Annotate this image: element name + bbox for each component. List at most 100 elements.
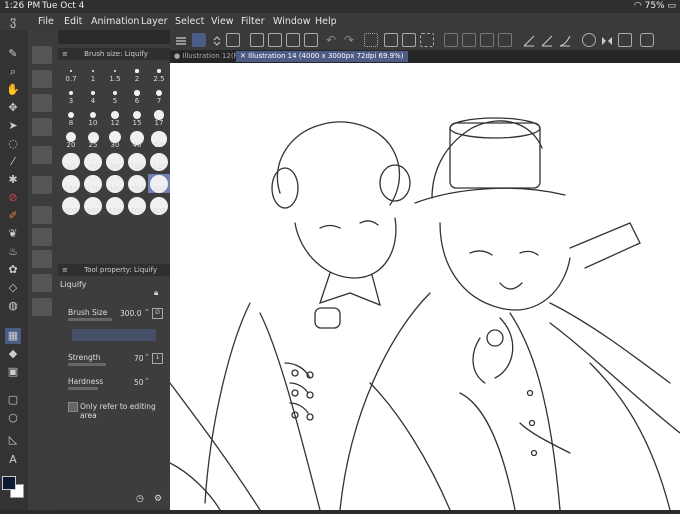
menu-layer[interactable]: Layer <box>141 16 168 27</box>
subtool-5[interactable] <box>32 146 52 164</box>
brush-size-cell[interactable]: 60 <box>60 152 82 171</box>
brush-tool-icon[interactable]: ✎ <box>5 46 21 62</box>
hardness-value[interactable]: 50 <box>134 378 144 387</box>
figure-icon[interactable]: ▢ <box>5 392 21 408</box>
subtool-6[interactable] <box>32 176 52 194</box>
menu-file[interactable]: File <box>38 16 54 27</box>
panel-menu-icon[interactable]: ≡ <box>62 50 68 58</box>
airbrush-icon[interactable]: ♨ <box>5 244 21 260</box>
text-icon[interactable]: A <box>5 452 21 468</box>
menu-view[interactable]: View <box>211 16 234 27</box>
brush-size-cell[interactable]: 800 <box>148 196 170 215</box>
brush-size-cell[interactable]: 50 <box>148 130 170 149</box>
stepper-icon[interactable]: ⌃ <box>144 308 150 316</box>
crop-icon[interactable] <box>480 33 494 47</box>
subtool-7[interactable] <box>32 206 52 224</box>
zoom-icon[interactable]: ⌕ <box>5 64 21 80</box>
eyedropper-icon[interactable]: ⁄ <box>5 154 21 170</box>
hardness-slider[interactable] <box>68 387 98 390</box>
fill-tool-icon[interactable]: ◆ <box>5 346 21 362</box>
frame-icon[interactable]: ◺ <box>5 432 21 448</box>
download-icon[interactable]: ↓ <box>152 353 163 364</box>
stepper-icon[interactable]: ⌃ <box>144 377 150 385</box>
subtool-11[interactable] <box>32 298 52 316</box>
brush-size-cell[interactable]: 5 <box>104 86 126 105</box>
brush-size-cell[interactable]: 80 <box>104 152 126 171</box>
object-select-icon[interactable]: ➤ <box>5 118 21 134</box>
brush-size-cell[interactable]: 100 <box>126 152 148 171</box>
brush-size-cell[interactable]: 25 <box>82 130 104 149</box>
gradient-icon[interactable]: ▣ <box>5 364 21 380</box>
rotate-icon[interactable] <box>618 33 632 47</box>
chevron-updown-icon[interactable] <box>210 33 224 47</box>
brush-size-cell[interactable]: 20 <box>60 130 82 149</box>
eraser-icon[interactable]: ◇ <box>5 280 21 296</box>
stepper-icon[interactable]: ⌃ <box>144 353 150 361</box>
export-icon[interactable] <box>304 33 318 47</box>
reset-icon[interactable]: ◷ <box>136 494 144 504</box>
brush-size-cell[interactable]: 17 <box>148 108 170 127</box>
menu-edit[interactable]: Edit <box>64 16 82 27</box>
brush-size-cell[interactable]: 120 <box>148 152 170 171</box>
invert-selection-icon[interactable] <box>462 33 476 47</box>
loading-icon[interactable] <box>364 33 378 47</box>
subtool-3[interactable] <box>32 94 52 112</box>
brush-size-cell[interactable]: 250 <box>126 174 148 193</box>
brush-size-cell[interactable]: 3 <box>60 86 82 105</box>
subtool-10[interactable] <box>32 274 52 292</box>
help-icon[interactable] <box>582 33 596 47</box>
menu-window[interactable]: Window <box>273 16 310 27</box>
canvas-view-icon[interactable] <box>226 33 240 47</box>
flip-icon[interactable] <box>600 33 614 47</box>
brush-size-cell[interactable]: 200 <box>104 174 126 193</box>
pen-icon[interactable]: ⊘ <box>5 190 21 206</box>
drawing-canvas[interactable] <box>169 63 680 511</box>
transform-icon[interactable] <box>498 33 512 47</box>
brush-size-cell[interactable]: 12 <box>104 108 126 127</box>
move-icon[interactable]: ✥ <box>5 100 21 116</box>
subtool-1[interactable] <box>32 46 52 64</box>
subtool-4[interactable] <box>32 118 52 136</box>
new-file-icon[interactable] <box>250 33 264 47</box>
brush-size-cell[interactable]: 150 <box>60 174 82 193</box>
tab-illustration-12[interactable]: ● Illustration 12(R <box>170 51 242 62</box>
pencil-icon[interactable]: ✐ <box>5 208 21 224</box>
brush-size-cell[interactable]: 700 <box>126 196 148 215</box>
menu-animation[interactable]: Animation <box>91 16 139 27</box>
brush-size-presets[interactable] <box>72 329 156 341</box>
pen-ruler-icon[interactable] <box>540 33 554 47</box>
tab-illustration-14[interactable]: ✕ Illustration 14 (4000 x 3000px 72dpi 6… <box>236 51 408 62</box>
app-logo-icon[interactable]: ჳ <box>10 14 16 28</box>
settings-icon[interactable]: ⚙︎ <box>154 494 162 504</box>
brush-size-cell[interactable]: 8 <box>60 108 82 127</box>
redo-icon[interactable]: ↷ <box>344 33 358 47</box>
clear-icon[interactable] <box>384 33 398 47</box>
brush-size-slider[interactable] <box>68 318 112 321</box>
open-file-icon[interactable] <box>268 33 282 47</box>
fill-icon[interactable] <box>402 33 416 47</box>
brush-size-cell[interactable]: 30 <box>104 130 126 149</box>
pressure-icon[interactable]: ∅ <box>152 308 163 319</box>
tab-close-icon[interactable]: ✕ <box>240 52 248 60</box>
liquify-tool-icon[interactable]: ▦ <box>5 328 21 344</box>
brush-size-cell[interactable]: 7 <box>148 86 170 105</box>
subtool-9[interactable] <box>32 250 52 268</box>
brush-size-cell[interactable]: 2.5 <box>148 64 170 83</box>
brush-size-cell[interactable]: 15 <box>126 108 148 127</box>
brush-size-cell[interactable]: 40 <box>126 130 148 149</box>
brush-size-cell[interactable]: 500 <box>82 196 104 215</box>
menu-select[interactable]: Select <box>175 16 204 27</box>
brush-size-cell[interactable]: 400 <box>60 196 82 215</box>
brush-size-cell[interactable]: 4 <box>82 86 104 105</box>
smartphone-icon[interactable] <box>640 33 654 47</box>
brush-size-cell[interactable]: 600 <box>104 196 126 215</box>
undo-icon[interactable]: ↶ <box>326 33 340 47</box>
save-icon[interactable] <box>286 33 300 47</box>
brush-size-cell[interactable]: 2 <box>126 64 148 83</box>
subtool-2[interactable] <box>32 70 52 88</box>
deselect-icon[interactable] <box>444 33 458 47</box>
panel-menu-icon[interactable]: ≡ <box>62 266 68 274</box>
hamburger-menu-icon[interactable] <box>174 33 188 47</box>
brush-size-cell[interactable]: 10 <box>82 108 104 127</box>
selection-icon[interactable] <box>420 33 434 47</box>
